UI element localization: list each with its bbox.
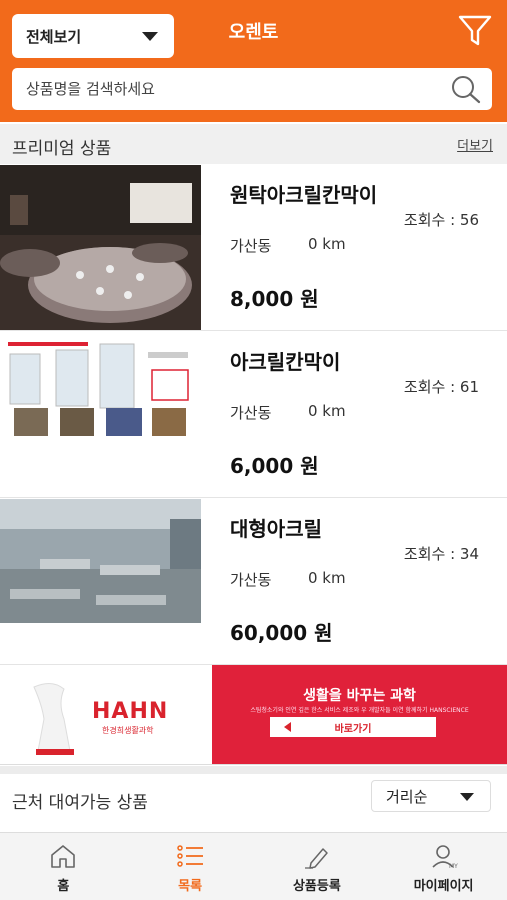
product-name: 아크릴칸막이 [230, 350, 341, 374]
sort-select-value: 거리순 [386, 787, 428, 806]
home-icon [49, 843, 77, 869]
product-price: 6,000 원 [230, 454, 319, 478]
user-icon: MY [430, 843, 458, 870]
nav-item-list[interactable]: 목록 [127, 833, 254, 900]
product-distance: 0 km [308, 569, 346, 587]
product-location: 가산동 [230, 404, 272, 422]
search-input[interactable] [26, 80, 436, 98]
product-price: 60,000 원 [230, 621, 333, 645]
product-distance: 0 km [308, 235, 346, 253]
premium-section-header: 프리미엄 상품 더보기 [0, 124, 507, 164]
product-price: 8,000 원 [230, 287, 319, 311]
product-distance: 0 km [308, 402, 346, 420]
section-divider [0, 766, 507, 774]
svg-text:MY: MY [449, 863, 458, 869]
nav-label: 상품등록 [292, 879, 341, 894]
view-count: 조회수 : 34 [403, 545, 479, 563]
nav-item-home[interactable]: 홈 [0, 833, 127, 900]
premium-section-title: 프리미엄 상품 [12, 139, 112, 159]
nav-item-mypage[interactable]: MY 마이페이지 [380, 833, 507, 900]
product-thumbnail [0, 332, 201, 497]
nav-label: 목록 [178, 879, 203, 894]
view-count: 조회수 : 61 [403, 378, 479, 396]
search-icon[interactable] [450, 74, 482, 104]
pencil-icon [303, 843, 331, 869]
nearby-section-header: 근처 대여가능 상품 거리순 [0, 774, 507, 820]
more-link[interactable]: 더보기 [457, 135, 493, 154]
product-location: 가산동 [230, 571, 272, 589]
product-card[interactable]: 아크릴칸막이 조회수 : 61 가산동 0 km 6,000 원 [0, 332, 507, 498]
banner-cta-label: 바로가기 [334, 723, 372, 735]
banner-cta-button[interactable]: 바로가기 [270, 717, 436, 737]
arrow-left-icon [284, 722, 291, 732]
list-icon [176, 843, 204, 869]
app-header: 전체보기 오렌토 [0, 0, 507, 122]
search-bar [12, 68, 492, 110]
app-title: 오렌토 [228, 22, 279, 43]
product-name: 대형아크릴 [230, 517, 322, 541]
steamer-product-image [24, 679, 84, 759]
banner-promo-area: 생활을 바꾸는 과학 스팀청소기와 인연 깊은 한스 서비스 제조와 우 개발자… [212, 665, 507, 764]
sort-select[interactable]: 거리순 [371, 780, 491, 812]
product-thumbnail [0, 499, 201, 664]
product-name: 원탁아크릴칸막이 [230, 183, 378, 207]
nav-item-register[interactable]: 상품등록 [254, 833, 381, 900]
view-count: 조회수 : 56 [403, 211, 479, 229]
nav-label: 마이페이지 [413, 879, 474, 894]
nearby-section-title: 근처 대여가능 상품 [12, 793, 148, 813]
filter-icon[interactable] [457, 14, 493, 48]
chevron-down-icon [460, 793, 474, 801]
ad-banner[interactable]: HAHN 한경희생활과학 생활을 바꾸는 과학 스팀청소기와 인연 깊은 한스 … [0, 665, 507, 765]
product-card[interactable]: 원탁아크릴칸막이 조회수 : 56 가산동 0 km 8,000 원 [0, 165, 507, 331]
banner-description: 스팀청소기와 인연 깊은 한스 서비스 제조와 우 개발자들 이연 함께하기 H… [250, 707, 469, 714]
bottom-nav: 홈 목록 상품등록 MY 마이페이지 [0, 832, 507, 900]
banner-headline: 생활을 바꾸는 과학 [303, 688, 416, 704]
product-card[interactable]: 대형아크릴 조회수 : 34 가산동 0 km 60,000 원 [0, 499, 507, 665]
nav-label: 홈 [57, 879, 70, 894]
banner-brand-sub: 한경희생활과학 [102, 726, 154, 735]
product-location: 가산동 [230, 237, 272, 255]
banner-brand: HAHN [92, 699, 169, 724]
product-thumbnail [0, 165, 201, 330]
